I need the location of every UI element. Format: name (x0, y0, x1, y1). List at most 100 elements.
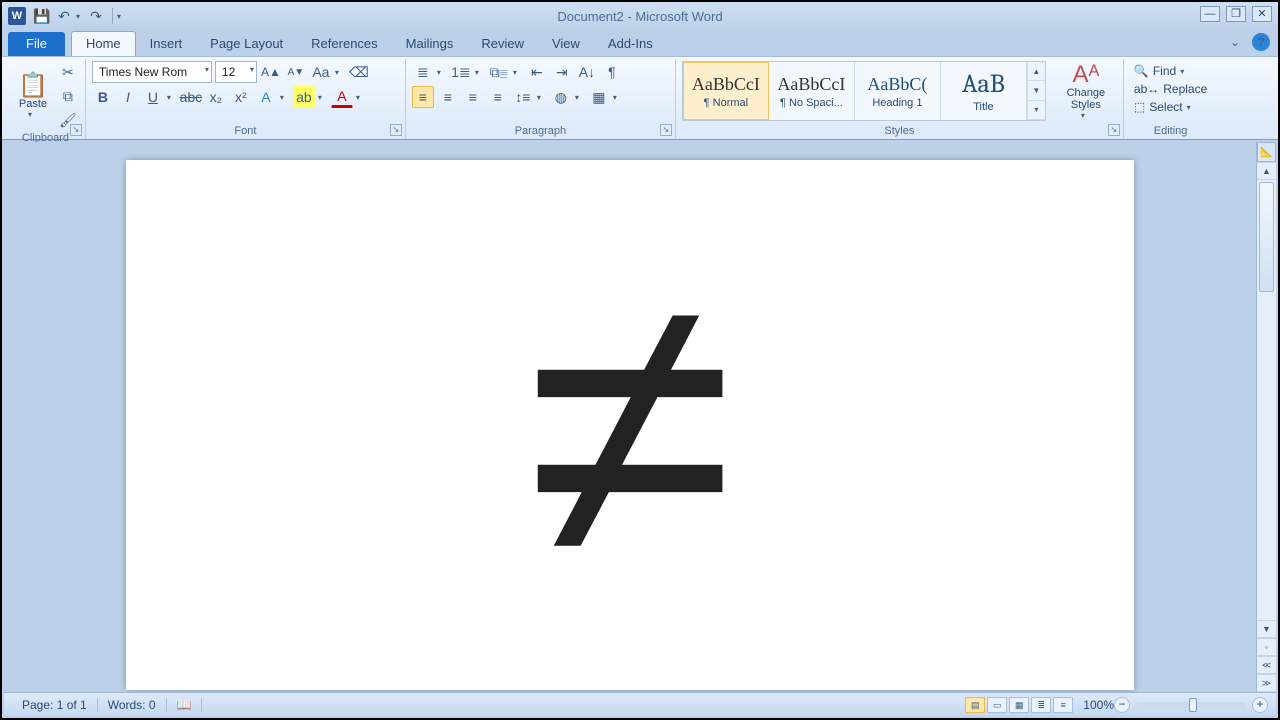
highlight-more[interactable]: ▾ (318, 93, 328, 102)
qat-save-icon[interactable]: 💾 (32, 6, 52, 26)
multilevel-icon[interactable]: ⧉≣ (488, 61, 510, 83)
clipboard-dialog-launcher[interactable]: ↘ (70, 124, 82, 136)
restore-button[interactable]: ❐ (1226, 6, 1246, 22)
gallery-up-icon[interactable]: ▲ (1028, 62, 1045, 81)
tab-review[interactable]: Review (467, 32, 538, 56)
qat-customize[interactable]: ▾ (117, 12, 127, 21)
zoom-level[interactable]: 100% (1083, 698, 1114, 712)
select-button[interactable]: ⬚ Select ▾ (1130, 99, 1211, 115)
text-effects-icon[interactable]: A (255, 86, 277, 108)
help-icon[interactable]: ? (1252, 33, 1270, 51)
change-styles-more[interactable]: ▾ (1081, 111, 1091, 120)
zoom-slider-knob[interactable] (1189, 698, 1197, 712)
qat-redo-icon[interactable]: ↷ (86, 6, 106, 26)
superscript-button[interactable]: x² (230, 86, 252, 108)
gallery-down-icon[interactable]: ▼ (1028, 81, 1045, 100)
line-spacing-more[interactable]: ▾ (537, 93, 547, 102)
replace-button[interactable]: ab↔ Replace (1130, 81, 1211, 97)
bullets-icon[interactable]: ≣ (412, 61, 434, 83)
shrink-font-icon[interactable]: A▼ (285, 61, 307, 83)
subscript-button[interactable]: x₂ (205, 86, 227, 108)
grow-font-icon[interactable]: A▲ (260, 61, 282, 83)
multilevel-more[interactable]: ▾ (513, 68, 523, 77)
change-case-icon[interactable]: Aa (310, 61, 332, 83)
tab-add-ins[interactable]: Add-Ins (594, 32, 667, 56)
increase-indent-icon[interactable]: ⇥ (551, 61, 573, 83)
bold-button[interactable]: B (92, 86, 114, 108)
italic-button[interactable]: I (117, 86, 139, 108)
sort-icon[interactable]: A↓ (576, 61, 598, 83)
paste-more[interactable]: ▾ (28, 110, 38, 119)
clear-formatting-icon[interactable]: ⌫ (348, 61, 370, 83)
align-right-icon[interactable]: ≡ (462, 86, 484, 108)
tab-page-layout[interactable]: Page Layout (196, 32, 297, 56)
strikethrough-button[interactable]: abc (180, 86, 202, 108)
tab-view[interactable]: View (538, 32, 594, 56)
borders-more[interactable]: ▾ (613, 93, 623, 102)
zoom-out-button[interactable]: − (1114, 697, 1130, 713)
font-color-more[interactable]: ▾ (356, 93, 366, 102)
font-name-combo[interactable]: Times New Rom ▾ (92, 61, 212, 83)
qat-undo-more[interactable]: ▾ (76, 12, 86, 21)
numbering-icon[interactable]: 1≣ (450, 61, 472, 83)
font-size-combo[interactable]: 12 ▾ (215, 61, 257, 83)
prev-page-icon[interactable]: ≪ (1257, 656, 1276, 674)
gallery-more-icon[interactable]: ▾ (1028, 101, 1045, 120)
font-color-icon[interactable]: A (331, 86, 353, 108)
style-title[interactable]: AaB Title (941, 62, 1027, 120)
justify-icon[interactable]: ≡ (487, 86, 509, 108)
cut-icon[interactable]: ✂ (57, 61, 79, 83)
view-web-layout-icon[interactable]: ▦ (1009, 697, 1029, 713)
decrease-indent-icon[interactable]: ⇤ (526, 61, 548, 83)
highlight-icon[interactable]: ab (293, 86, 315, 108)
tab-references[interactable]: References (297, 32, 391, 56)
view-draft-icon[interactable]: ≡ (1053, 697, 1073, 713)
font-dialog-launcher[interactable]: ↘ (390, 124, 402, 136)
numbering-more[interactable]: ▾ (475, 68, 485, 77)
minimize-button[interactable]: — (1200, 6, 1220, 22)
tab-mailings[interactable]: Mailings (392, 32, 468, 56)
scroll-down-icon[interactable]: ▼ (1257, 620, 1276, 638)
scroll-up-icon[interactable]: ▲ (1257, 162, 1276, 180)
next-page-icon[interactable]: ≫ (1257, 674, 1276, 692)
qat-undo-icon[interactable]: ↶ (54, 6, 74, 26)
copy-icon[interactable]: ⧉ (57, 85, 79, 107)
change-styles-button[interactable]: Aᴬ Change Styles ▾ (1055, 61, 1117, 122)
underline-more[interactable]: ▾ (167, 93, 177, 102)
change-case-more[interactable]: ▾ (335, 68, 345, 77)
paragraph-dialog-launcher[interactable]: ↘ (660, 124, 672, 136)
bullets-more[interactable]: ▾ (437, 68, 447, 77)
align-center-icon[interactable]: ≡ (437, 86, 459, 108)
ruler-toggle-icon[interactable]: 📐 (1257, 142, 1276, 162)
style-normal[interactable]: AaBbCcI ¶ Normal (683, 62, 769, 120)
text-effects-more[interactable]: ▾ (280, 93, 290, 102)
find-button[interactable]: 🔍 Find ▾ (1130, 63, 1211, 79)
status-proofing-icon[interactable]: 📖 (167, 698, 203, 712)
style-no-spacing[interactable]: AaBbCcI ¶ No Spaci... (769, 62, 855, 120)
tab-home[interactable]: Home (71, 31, 136, 56)
select-more[interactable]: ▾ (1187, 103, 1197, 112)
zoom-slider[interactable] (1136, 702, 1246, 708)
document-canvas[interactable]: ≠ (4, 142, 1256, 692)
find-more[interactable]: ▾ (1180, 67, 1190, 76)
minimize-ribbon-icon[interactable]: ⌄ (1226, 33, 1244, 51)
underline-button[interactable]: U (142, 86, 164, 108)
line-spacing-icon[interactable]: ↕≡ (512, 86, 534, 108)
view-full-screen-icon[interactable]: ▭ (987, 697, 1007, 713)
close-button[interactable]: ✕ (1252, 6, 1272, 22)
document-page[interactable]: ≠ (126, 160, 1134, 690)
scroll-thumb[interactable] (1259, 182, 1274, 292)
tab-insert[interactable]: Insert (136, 32, 197, 56)
status-words[interactable]: Words: 0 (98, 698, 167, 712)
scroll-track[interactable] (1257, 180, 1276, 620)
styles-dialog-launcher[interactable]: ↘ (1108, 124, 1120, 136)
zoom-in-button[interactable]: + (1252, 697, 1268, 713)
paste-button[interactable]: 📋 Paste ▾ (12, 61, 54, 131)
show-marks-icon[interactable]: ¶ (601, 61, 623, 83)
view-outline-icon[interactable]: ≣ (1031, 697, 1051, 713)
shading-more[interactable]: ▾ (575, 93, 585, 102)
style-heading-1[interactable]: AaBbC( Heading 1 (855, 62, 941, 120)
browse-object-icon[interactable]: ◦ (1257, 638, 1276, 656)
tab-file[interactable]: File (8, 32, 65, 56)
shading-icon[interactable]: ◍ (550, 86, 572, 108)
